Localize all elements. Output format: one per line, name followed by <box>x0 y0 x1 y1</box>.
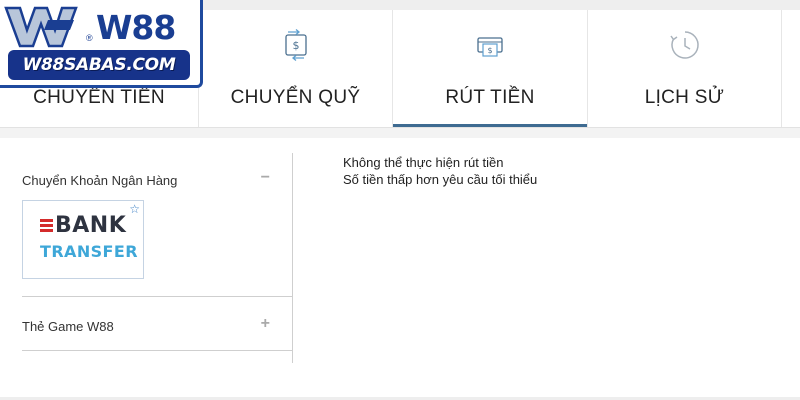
fund-transfer-icon: $ <box>284 29 307 61</box>
bank-bars-icon <box>40 219 53 233</box>
bank-card-text: BANK <box>55 213 127 238</box>
tab-label: LỊCH SỬ <box>644 87 725 108</box>
svg-text:$: $ <box>292 39 299 52</box>
logo-site-text: W88SABAS.COM <box>8 50 190 80</box>
error-message-title: Không thể thực hiện rút tiền <box>343 155 504 170</box>
payment-method-sidebar: Chuyển Khoản Ngân Hàng − BANK TRANSFER ☆… <box>22 153 293 363</box>
logo-brand-text: W88 <box>96 8 176 47</box>
tab-label: CHUYỂN TIỀN <box>33 87 165 108</box>
registered-mark: ® <box>86 33 93 43</box>
section-divider <box>22 296 293 297</box>
svg-text:$: $ <box>487 46 492 55</box>
bank-transfer-section-title[interactable]: Chuyển Khoản Ngân Hàng <box>22 173 177 188</box>
game-card-section-title[interactable]: Thẻ Game W88 <box>22 319 114 334</box>
w88-logo[interactable]: ® W88 W88SABAS.COM <box>0 0 203 88</box>
tab-label: RÚT TIỀN <box>445 87 535 108</box>
tab-fund-transfer[interactable]: $ CHUYỂN QUỸ <box>199 10 393 127</box>
tab-withdraw[interactable]: $ RÚT TIỀN <box>393 10 588 127</box>
section-divider <box>22 350 293 351</box>
expand-toggle[interactable]: + <box>261 315 270 333</box>
favorite-star-icon[interactable]: ☆ <box>129 202 140 216</box>
tab-label: CHUYỂN QUỸ <box>230 87 361 108</box>
withdraw-content: Chuyển Khoản Ngân Hàng − BANK TRANSFER ☆… <box>0 138 800 400</box>
error-message-detail: Số tiền thấp hơn yêu cầu tối thiểu <box>343 172 538 187</box>
tab-history[interactable]: LỊCH SỬ <box>588 10 782 127</box>
transfer-card-text: TRANSFER <box>40 242 138 261</box>
active-tab-indicator <box>393 124 587 127</box>
history-clock-icon <box>669 31 699 59</box>
bank-transfer-option[interactable]: BANK TRANSFER ☆ <box>22 200 144 279</box>
collapse-toggle[interactable]: − <box>261 169 270 187</box>
withdraw-icon: $ <box>477 37 503 57</box>
